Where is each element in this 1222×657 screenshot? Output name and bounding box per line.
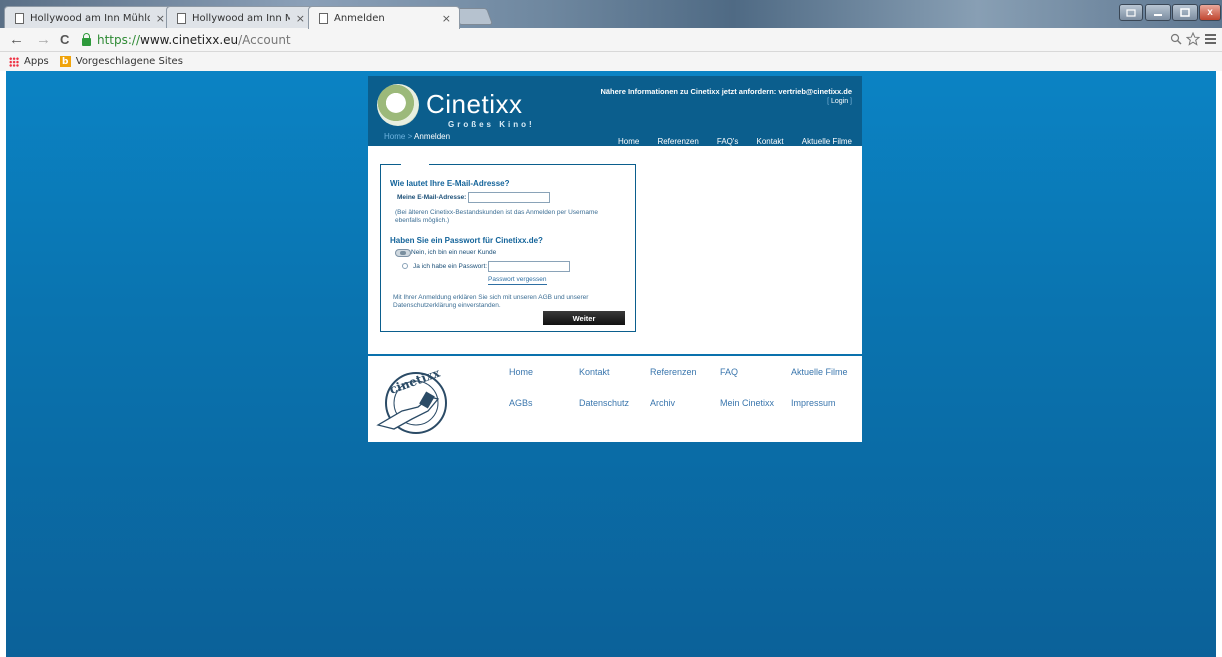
new-customer-label[interactable]: Nein, ich bin ein neuer Kunde [411,249,496,256]
new-customer-radio[interactable] [395,249,411,257]
menu-icon[interactable] [1205,33,1216,44]
minimize-icon [1154,13,1162,16]
footer-archiv[interactable]: Archiv [650,398,675,408]
password-question: Haben Sie ein Passwort für Cinetixx.de? [390,236,543,245]
bing-icon: b [59,56,71,67]
existing-customer-label[interactable]: Ja ich habe ein Passwort: [413,263,487,270]
breadcrumb: Home > Anmelden [384,132,450,141]
login-content: Wie lautet Ihre E-Mail-Adresse? Meine E-… [368,146,862,354]
forgot-password-link[interactable]: Passwort vergessen [488,276,547,285]
cinetixx-footer-logo-icon[interactable]: cinetixx [372,363,458,441]
maximize-button[interactable] [1172,4,1198,21]
breadcrumb-home[interactable]: Home [384,132,405,141]
login-link[interactable]: Login [831,98,848,105]
forward-button[interactable]: → [36,31,51,49]
apps-icon[interactable] [9,56,19,67]
footer-referenzen[interactable]: Referenzen [650,367,697,377]
minimize-button[interactable] [1145,4,1171,21]
star-icon[interactable] [1186,32,1200,46]
tab-title: Hollywood am Inn Mühldo [192,12,290,24]
email-question: Wie lautet Ihre E-Mail-Adresse? [390,179,510,188]
email-label: Meine E-Mail-Adresse: [397,194,467,201]
bookmarks-bar: Apps b Vorgeschlagene Sites [0,52,1222,71]
tab-close-icon[interactable]: × [442,12,451,25]
tab-close-icon[interactable]: × [156,12,165,25]
tab-close-icon[interactable]: × [296,12,305,25]
login-form: Wie lautet Ihre E-Mail-Adresse? Meine E-… [380,163,636,332]
footer-datenschutz[interactable]: Datenschutz [579,398,629,408]
email-note: (Bei älteren Cinetixx-Bestandskunden ist… [395,209,599,224]
nav-home[interactable]: Home [618,137,639,146]
breadcrumb-separator: > [405,132,415,141]
footer-kontakt[interactable]: Kontakt [579,367,610,377]
url-host: www.cinetixx.eu [140,33,239,47]
search-zoom-icon[interactable] [1170,33,1182,45]
site-footer: cinetixx Home Kontakt Referenzen FAQ Akt… [368,356,862,442]
page-icon [177,12,186,24]
form-tab-gap [401,163,429,166]
lock-icon [82,33,91,46]
cinetixx-logo-icon[interactable] [377,84,419,126]
main-nav: Home Referenzen FAQ's Kontakt Aktuelle F… [618,137,852,146]
email-input[interactable] [468,192,550,203]
close-window-button[interactable]: x [1199,4,1221,21]
tab-hollywood-1[interactable]: Hollywood am Inn Mühldo × [4,6,174,29]
nav-kontakt[interactable]: Kontakt [757,137,784,146]
existing-customer-radio[interactable] [402,263,408,269]
footer-logo-text: cinetixx [388,365,443,396]
browser-toolbar: ← → C https://www.cinetixx.eu/Account [0,28,1222,52]
login-bracket-right: ] [848,98,852,105]
footer-aktuelle-filme[interactable]: Aktuelle Filme [791,367,848,377]
close-icon: x [1207,7,1213,18]
page-viewport: Cinetixx Großes Kino! Home > Anmelden Nä… [6,71,1216,657]
site-header: Cinetixx Großes Kino! Home > Anmelden Nä… [368,76,862,146]
back-button[interactable]: ← [9,31,24,49]
bookmark-suggested-sites[interactable]: Vorgeschlagene Sites [76,56,183,67]
footer-agbs[interactable]: AGBs [509,398,533,408]
tab-title: Anmelden [334,12,385,24]
page-icon [319,12,328,24]
footer-mein-cinetixx[interactable]: Mein Cinetixx [720,398,774,408]
url-path: /Account [238,33,291,47]
weiter-button[interactable]: Weiter [543,311,625,325]
tab-hollywood-2[interactable]: Hollywood am Inn Mühldo × [166,6,314,29]
page-icon [15,12,24,24]
nav-aktuelle-filme[interactable]: Aktuelle Filme [802,137,852,146]
footer-impressum[interactable]: Impressum [791,398,836,408]
tab-anmelden[interactable]: Anmelden × [308,6,460,29]
url-scheme: https:// [97,33,141,47]
nav-referenzen[interactable]: Referenzen [657,137,698,146]
contact-info: Nähere Informationen zu Cinetixx jetzt a… [600,87,852,96]
reload-button[interactable]: C [60,31,69,49]
breadcrumb-current: Anmelden [414,132,451,141]
address-bar[interactable]: https://www.cinetixx.eu/Account [82,31,1142,49]
footer-home[interactable]: Home [509,367,533,377]
window-profile-icon [1126,8,1136,17]
bookmark-apps[interactable]: Apps [24,56,49,67]
terms-notice: Mit Ihrer Anmeldung erklären Sie sich mi… [393,294,589,309]
maximize-icon [1180,8,1190,17]
site-slogan: Großes Kino! [448,120,535,129]
tab-title: Hollywood am Inn Mühldo [30,12,150,24]
window-user-icon[interactable] [1119,4,1143,21]
password-input[interactable] [488,261,570,272]
site-logo-text[interactable]: Cinetixx [426,89,522,120]
footer-faq[interactable]: FAQ [720,367,738,377]
nav-faqs[interactable]: FAQ's [717,137,739,146]
browser-titlebar: Hollywood am Inn Mühldo × Hollywood am I… [0,0,1222,29]
login-link-wrapper: [ Login ] [748,98,852,105]
